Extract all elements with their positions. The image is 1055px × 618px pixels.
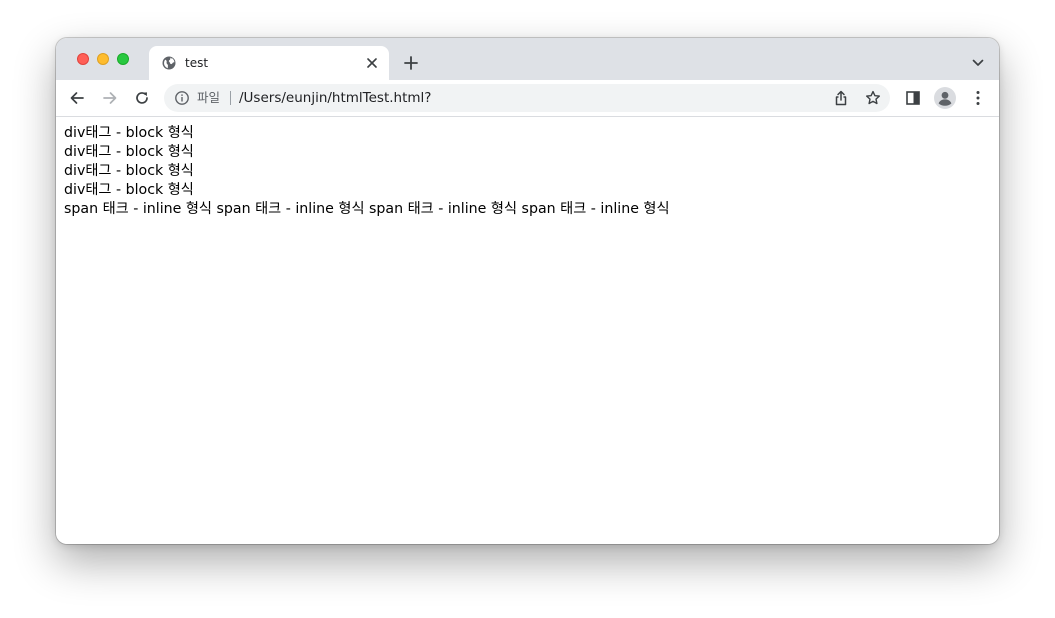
span-inline-item: span 태크 - inline 형식 xyxy=(64,201,212,217)
tab-title: test xyxy=(185,56,209,70)
share-icon xyxy=(835,90,847,106)
tab-test[interactable]: test xyxy=(149,46,389,80)
address-bar[interactable]: 파일 /Users/eunjin/htmlTest.html? xyxy=(164,84,890,112)
plus-icon xyxy=(404,56,418,70)
arrow-right-icon xyxy=(103,92,117,104)
kebab-menu-icon xyxy=(976,91,980,105)
star-icon xyxy=(866,90,880,105)
arrow-left-icon xyxy=(70,92,84,104)
span-inline-item: span 태크 - inline 형식 xyxy=(521,201,670,217)
url-text[interactable]: /Users/eunjin/htmlTest.html? xyxy=(239,89,431,107)
info-icon[interactable] xyxy=(174,90,190,106)
side-panel-button[interactable] xyxy=(901,86,925,110)
span-inline-item: span 태크 - inline 형식 xyxy=(216,201,365,217)
div-block-line: div태그 - block 형식 xyxy=(64,182,194,198)
browser-window: test 파일 /Users/eunjin/htmlTest.html? div… xyxy=(56,38,999,544)
minimize-window-button[interactable] xyxy=(97,53,109,65)
avatar-icon xyxy=(934,87,956,109)
div-block-line: div태그 - block 형식 xyxy=(64,125,194,141)
reload-button[interactable] xyxy=(130,86,154,110)
reload-icon xyxy=(136,92,148,104)
tab-search-button[interactable] xyxy=(969,54,987,72)
address-separator xyxy=(230,91,231,105)
zoom-window-button[interactable] xyxy=(117,53,129,65)
scheme-label: 파일 xyxy=(197,90,221,105)
forward-button[interactable] xyxy=(98,86,122,110)
span-inline-item: span 태크 - inline 형식 xyxy=(369,201,518,217)
tab-close-button[interactable] xyxy=(363,54,381,72)
side-panel-icon xyxy=(906,91,920,105)
close-icon xyxy=(367,58,377,68)
globe-icon xyxy=(162,56,176,70)
back-button[interactable] xyxy=(65,86,89,110)
chevron-down-icon xyxy=(972,59,984,66)
page-content: div태그 - block 형식 div태그 - block 형식 div태그 … xyxy=(56,117,999,544)
browser-menu-button[interactable] xyxy=(966,86,990,110)
profile-button[interactable] xyxy=(933,86,957,110)
bookmark-button[interactable] xyxy=(862,87,884,109)
share-button[interactable] xyxy=(830,87,852,109)
close-window-button[interactable] xyxy=(77,53,89,65)
tab-strip: test xyxy=(56,38,999,80)
div-block-line: div태그 - block 형식 xyxy=(64,163,194,179)
new-tab-button[interactable] xyxy=(400,52,422,74)
div-block-line: div태그 - block 형식 xyxy=(64,144,194,160)
browser-toolbar: 파일 /Users/eunjin/htmlTest.html? xyxy=(56,80,999,117)
